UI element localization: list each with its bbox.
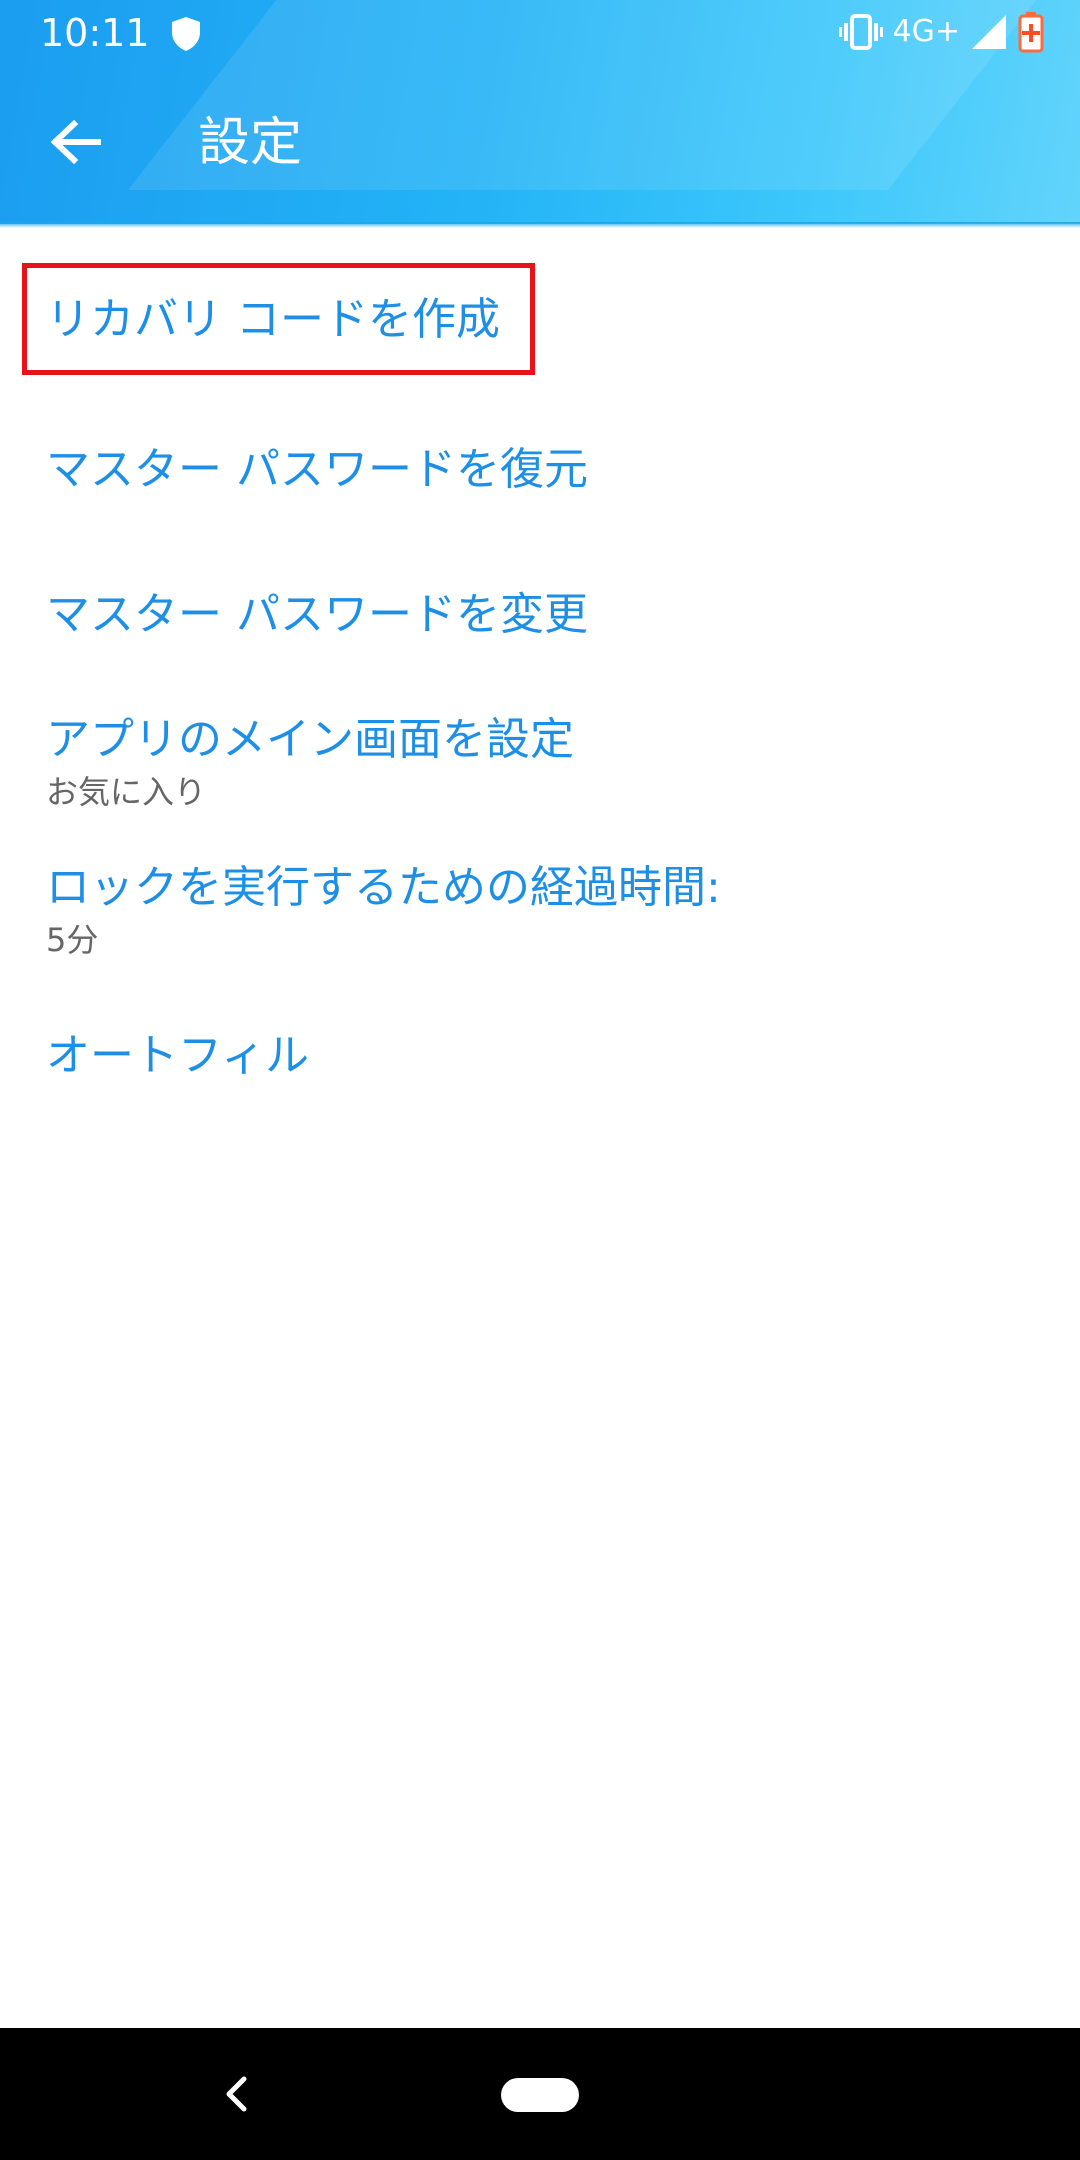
- highlight-box: [22, 263, 535, 375]
- settings-item-autofill[interactable]: オートフィル: [46, 1026, 309, 1086]
- settings-item-main-screen[interactable]: アプリのメイン画面を設定 お気に入り: [46, 710, 574, 814]
- settings-item-title: マスター パスワードを復元: [46, 444, 588, 495]
- vibrate-icon: [838, 14, 883, 50]
- shield-icon: [172, 17, 200, 51]
- settings-item-restore-master-password[interactable]: マスター パスワードを復元: [46, 440, 588, 500]
- network-type-label: 4G+: [892, 14, 960, 49]
- status-icons: 4G+: [829, 10, 1044, 54]
- nav-back-button[interactable]: [216, 2066, 256, 2122]
- app-header: 10:11 4G+ 設定: [0, 0, 1080, 224]
- header-divider: [0, 222, 1080, 228]
- settings-item-lock-timeout[interactable]: ロックを実行するための経過時間: 5分: [46, 858, 721, 962]
- battery-charging-icon: [1018, 12, 1044, 53]
- screen: 10:11 4G+ 設定 リカバリ コードを作成 マスター パスワードを復元 マ…: [0, 0, 1080, 2160]
- settings-item-title: ロックを実行するための経過時間:: [46, 862, 721, 913]
- settings-item-title: アプリのメイン画面を設定: [46, 714, 574, 765]
- settings-item-title: オートフィル: [46, 1030, 310, 1081]
- signal-icon: [972, 15, 1006, 49]
- settings-item-change-master-password[interactable]: マスター パスワードを変更: [46, 585, 588, 645]
- settings-item-title: マスター パスワードを変更: [46, 589, 588, 640]
- settings-item-summary: お気に入り: [46, 773, 207, 811]
- nav-home-pill[interactable]: [501, 2078, 579, 2112]
- nav-back-icon: [226, 2076, 247, 2112]
- status-time: 10:11: [40, 11, 150, 55]
- page-title: 設定: [198, 113, 303, 173]
- settings-item-summary: 5分: [46, 921, 99, 959]
- navigation-bar: [0, 2028, 1080, 2160]
- back-button[interactable]: [44, 110, 108, 174]
- arrow-back-icon: [50, 120, 101, 164]
